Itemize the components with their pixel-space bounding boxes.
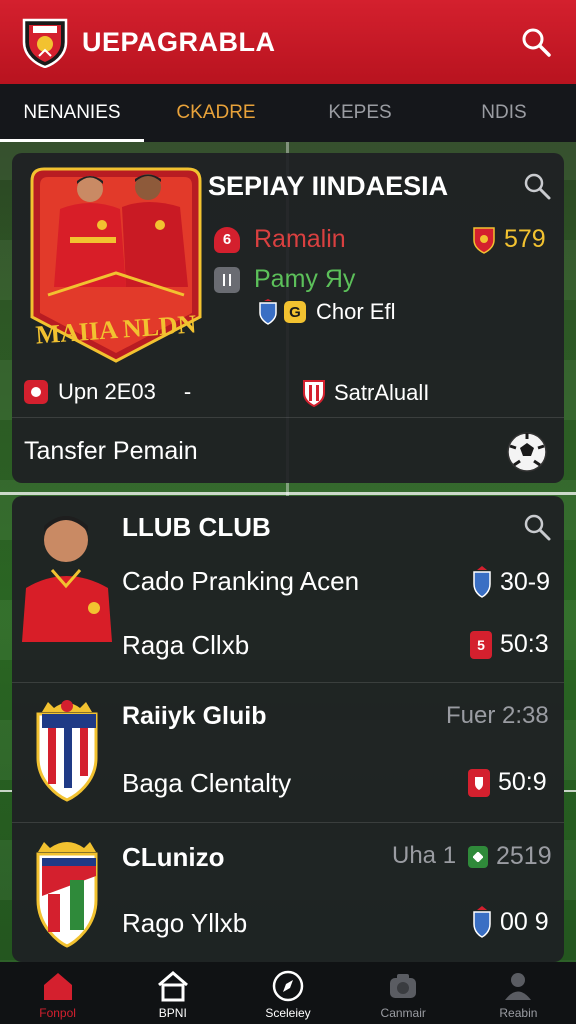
- meta-score-value: 2519: [496, 842, 552, 870]
- red-dot-icon: [24, 380, 48, 404]
- transfer-label: Tansfer Pemain: [24, 437, 198, 465]
- club-title: CLunizo: [122, 842, 225, 872]
- stat-label: Pamy Яy: [254, 265, 356, 293]
- red-crest-icon: [473, 226, 495, 254]
- tab-label: CKADRE: [176, 102, 256, 123]
- app-header: UEPAGRABLA: [0, 0, 576, 84]
- club-logo-icon: [22, 18, 68, 68]
- search-icon: [522, 28, 551, 57]
- header-search-button[interactable]: [516, 22, 556, 62]
- pitch-line: [0, 790, 12, 792]
- stat-row-chor: G Chor Efl: [258, 299, 395, 325]
- stat-row-ramalin: 6 Ramalin: [214, 225, 346, 254]
- pitch-line: [564, 790, 576, 792]
- club-meta: Fuer 2:38: [446, 702, 549, 729]
- stat-number: 579: [504, 225, 546, 253]
- tab-nenanies[interactable]: NENANIES: [0, 84, 144, 142]
- stat-label: Chor Efl: [316, 299, 396, 324]
- card-divider: [12, 822, 564, 823]
- club-meta-score: 2519: [468, 842, 552, 871]
- red-shield-icon: 6: [214, 226, 240, 253]
- blue-crest-icon: [473, 906, 491, 938]
- blue-crest-icon: [259, 299, 277, 325]
- club-row-text: Cado Pranking Acen: [122, 566, 360, 596]
- gray-bar-icon: [214, 266, 240, 293]
- club-crest-icon: [36, 842, 98, 948]
- nav-label: Fonpol: [39, 1006, 76, 1020]
- featured-team-card[interactable]: MAIIA NLDN SEPIAY IINDAESIA 6 Ramalin 57…: [12, 153, 564, 483]
- nav-item-canmair[interactable]: Canmair: [346, 962, 461, 1024]
- club-score: 30-9: [472, 566, 550, 598]
- match-date: Upn 2E03 -: [24, 379, 191, 405]
- nav-item-bpni[interactable]: BPNI: [115, 962, 230, 1024]
- nav-item-sceleiey[interactable]: Sceleiey: [230, 962, 345, 1024]
- camera-icon: [390, 974, 417, 998]
- transfer-row[interactable]: Tansfer Pemain: [24, 437, 198, 466]
- red-shield-icon: [468, 768, 490, 797]
- soccer-ball-icon[interactable]: [506, 431, 548, 473]
- date-text: Upn 2E03: [58, 379, 156, 404]
- player-avatar: [22, 516, 112, 642]
- club-row-text: Baga Clentalty: [122, 768, 292, 798]
- tab-label: KEPES: [328, 102, 392, 123]
- tab-kepes[interactable]: KEPES: [288, 84, 432, 142]
- club-title: LLUB CLUB: [122, 512, 271, 542]
- tab-bar: NENANIES CKADRE KEPES NDIS: [0, 84, 576, 142]
- club-crest-icon: [36, 700, 98, 802]
- club-text: SatrAlualI: [334, 380, 430, 405]
- club-score: 00 9: [472, 906, 549, 938]
- card-search-button[interactable]: [522, 171, 552, 201]
- blue-crest-icon: [473, 566, 491, 598]
- club-row-text: Raga Cllxb: [122, 630, 250, 660]
- club-crest-icon: [303, 380, 325, 407]
- club-title: Raiiyk Gluib: [122, 702, 267, 730]
- score-value: 00 9: [500, 907, 549, 936]
- green-badge-icon: [468, 845, 488, 868]
- nav-item-reabin[interactable]: Reabin: [461, 962, 576, 1024]
- club-list-card: LLUB CLUB Cado Pranking Acen 30-9 Raga C…: [12, 496, 564, 962]
- score-value: 50:9: [498, 768, 547, 796]
- card-divider: [12, 682, 564, 683]
- nav-label: Sceleiey: [265, 1006, 311, 1020]
- profile-icon: [505, 973, 532, 1000]
- search-icon: [524, 173, 551, 200]
- gold-g-icon: G: [284, 301, 306, 323]
- stat-row-pamy: Pamy Яy: [214, 265, 355, 294]
- date-dash: -: [183, 379, 192, 404]
- bottom-nav: Fonpol BPNI Sceleiey Canmair Reabin: [0, 962, 576, 1024]
- club-score: 50:9: [468, 768, 547, 797]
- club-score: 5 50:3: [470, 630, 549, 659]
- tab-ndis[interactable]: NDIS: [432, 84, 576, 142]
- tab-ckadre[interactable]: CKADRE: [144, 84, 288, 142]
- nav-label: Canmair: [380, 1006, 426, 1020]
- player-badge: MAIIA NLDN: [30, 167, 202, 363]
- nav-item-fonpol[interactable]: Fonpol: [0, 962, 115, 1024]
- compass-icon: [272, 970, 304, 1002]
- nav-label: BPNI: [158, 1006, 187, 1020]
- house-outline-icon: [157, 971, 188, 1002]
- stat-value-579: 579: [472, 225, 546, 254]
- club-name: SatrAlualI: [302, 379, 429, 407]
- search-icon: [524, 514, 551, 541]
- score-value: 50:3: [500, 630, 549, 658]
- red-shield-icon: 5: [470, 630, 492, 659]
- tab-label: NENANIES: [23, 102, 121, 123]
- tab-label: NDIS: [481, 102, 527, 123]
- nav-label: Reabin: [499, 1006, 538, 1020]
- club-row-text: Rago Yllxb: [122, 908, 248, 938]
- home-icon: [43, 973, 72, 1000]
- stat-label: Ramalin: [254, 225, 346, 253]
- club-meta: Uha 1: [392, 842, 457, 869]
- card-divider: [12, 417, 564, 418]
- app-title: UEPAGRABLA: [82, 26, 276, 57]
- club-search-button[interactable]: [522, 512, 552, 542]
- score-value: 30-9: [500, 567, 551, 596]
- feature-title: SEPIAY IINDAESIA: [208, 171, 449, 201]
